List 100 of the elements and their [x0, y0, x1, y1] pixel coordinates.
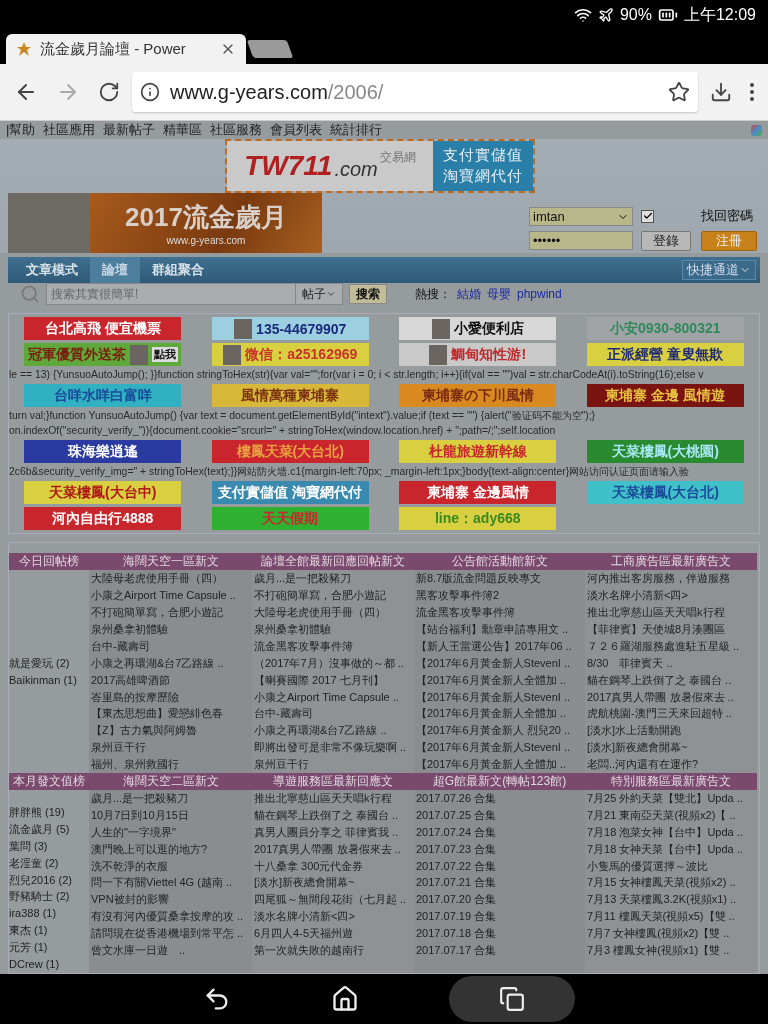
nav-tab[interactable]: 論壇 [90, 257, 140, 283]
thread-link[interactable]: 2017高雄啤酒節 [91, 671, 252, 689]
thread-link[interactable]: 2017.07.23 合集 [416, 840, 585, 858]
thread-link[interactable]: 黑客攻擊事件簿2 [416, 587, 585, 604]
ranking-entry[interactable]: 葉問 (3) [9, 837, 89, 855]
thread-link[interactable]: VPN被封的影響 [91, 891, 252, 909]
browser-tab[interactable]: 流金歲月論壇 - Power [6, 34, 246, 64]
thread-link[interactable]: 請問現在從香港機場到常平怎 .. [91, 925, 252, 943]
thread-link[interactable]: 泉州桑拿初體驗 [91, 620, 252, 638]
thread-link[interactable]: 十八桑拿 300元代金券 [254, 857, 414, 875]
scope-select[interactable]: 帖子 [295, 283, 343, 306]
thread-link[interactable]: 福州、泉州救國行 [91, 756, 252, 774]
thread-link[interactable]: 真男人團員分享之 菲律賓我 .. [254, 823, 414, 841]
top-link[interactable]: 會員列表 [270, 121, 323, 139]
thread-link[interactable]: 小康之再環湖&台7乙路線 .. [254, 722, 414, 740]
thread-link[interactable]: 淡水名牌小清新<四> [254, 908, 414, 926]
thread-link[interactable]: 【菲律賓】天使城8月湊團區 [587, 620, 757, 638]
thread-link[interactable]: 泉州豆干行 [254, 756, 414, 774]
thread-link[interactable]: 10月7日到10月15日 [91, 806, 252, 824]
thread-link[interactable]: 洗不乾淨的衣服 [91, 857, 252, 875]
ad-banner[interactable]: 風情萬種柬埔寨 [211, 384, 369, 408]
hot-search-link[interactable]: 結婚 [457, 285, 481, 303]
thread-link[interactable]: 第一次就失敗的越南行 [254, 942, 414, 959]
thread-link[interactable]: 老闆..河內還有在運作? [587, 756, 757, 774]
ranking-entry[interactable]: 元芳 (1) [9, 939, 89, 957]
thread-link[interactable]: 2017.07.20 合集 [416, 891, 585, 909]
search-button[interactable]: 搜索 [349, 284, 387, 305]
thread-link[interactable]: （2017年7月）沒事做的～都 .. [254, 654, 414, 672]
thread-link[interactable]: 2017.07.24 合集 [416, 823, 585, 841]
thread-link[interactable]: 【站台福利】勳章申請專用文 .. [416, 620, 585, 638]
thread-link[interactable]: 推出北寧慈山區天天唱k行程 [254, 789, 414, 807]
thread-link[interactable]: 小康之Airport Time Capsule .. [91, 587, 252, 604]
thread-link[interactable]: 2017.07.22 合集 [416, 857, 585, 875]
thread-link[interactable]: 7月15 女神樓鳳天菜(視頻x2) .. [587, 874, 757, 892]
thread-link[interactable]: 7月7 女神樓鳳(視頻x2)【雙 .. [587, 925, 757, 943]
thread-link[interactable]: 2017.07.25 合集 [416, 806, 585, 824]
ad-banner[interactable]: 柬埔寨 金邊風情 [399, 481, 557, 505]
top-link[interactable]: 社區服務 [210, 121, 263, 139]
thread-link[interactable]: 台中-藏壽司 [254, 705, 414, 723]
register-button[interactable]: 注冊 [701, 231, 757, 251]
thread-link[interactable]: 台中-藏壽司 [91, 637, 252, 655]
hot-search-link[interactable]: 母嬰 [487, 285, 511, 303]
ranking-entry[interactable]: DCrew (1) [9, 956, 89, 973]
username-select[interactable]: imtan [529, 207, 633, 226]
ranking-entry[interactable]: 流金歲月 (5) [9, 820, 89, 838]
nav-tab[interactable]: 群組聚合 [140, 257, 216, 283]
info-icon[interactable] [140, 82, 160, 102]
ranking-entry[interactable]: 野豬騎士 (2) [9, 888, 89, 906]
password-field[interactable]: •••••• [529, 231, 633, 250]
thread-link[interactable]: 6月四人4-5天福州遊 [254, 925, 414, 943]
top-link[interactable]: 統計排行 [330, 121, 383, 139]
thread-link[interactable]: 【新人王當選公告】2017年06 .. [416, 637, 585, 655]
thread-link[interactable]: 7月21 東南亞天菜(視頻x2)【 .. [587, 806, 757, 824]
ad-banner[interactable]: 柬埔寨の下川風情 [399, 384, 557, 408]
top-link[interactable]: 社區應用 [43, 121, 96, 139]
thread-link[interactable]: 峇里島的按摩歷險 [91, 688, 252, 706]
thread-link[interactable]: 小隻馬的優質選擇～波比 [587, 857, 757, 875]
thread-link[interactable]: ７２６羅湖服務處進駐五星級 .. [587, 637, 757, 655]
thread-link[interactable]: [淡水]新夜總會開幕~ [587, 739, 757, 757]
address-bar[interactable]: www.g-years.com/2006/ [132, 72, 698, 112]
thread-link[interactable]: 7月25 外約天菜【雙北】Upda .. [587, 789, 757, 807]
thread-link[interactable]: 7月11 樓鳳天菜(視頻x5)【雙 .. [587, 908, 757, 926]
thread-link[interactable]: 【2017年6月黃金新人全體加 .. [416, 705, 585, 723]
thread-link[interactable]: 2017.07.26 合集 [416, 789, 585, 807]
thread-link[interactable]: 2017.07.17 合集 [416, 942, 585, 959]
forgot-password-link[interactable]: 找回密碼 [701, 207, 757, 225]
thread-link[interactable]: 大陸母老虎使用手冊（四） [254, 603, 414, 621]
ranking-entry[interactable]: 胖胖熊 (19) [9, 803, 89, 821]
ad-banner[interactable]: 台咩水咩白富咩 [24, 384, 182, 408]
thread-link[interactable]: 2017.07.21 合集 [416, 874, 585, 892]
ranking-entry[interactable]: 老淫童 (2) [9, 854, 89, 872]
thread-link[interactable]: 2017.07.18 合集 [416, 925, 585, 943]
thread-link[interactable]: 【2017年6月黃金新人全體加 .. [416, 756, 585, 774]
nav-tab[interactable]: 文章模式 [14, 257, 90, 283]
thread-link[interactable]: 泉州桑拿初體驗 [254, 620, 414, 638]
thread-link[interactable]: 小康之再環湖&台7乙路線 .. [91, 654, 252, 672]
thread-link[interactable]: 有沒有河內優質桑拿按摩的攻 .. [91, 908, 252, 926]
ad-banner[interactable]: 杜龍旅遊新幹線 [399, 440, 557, 464]
ranking-entry[interactable]: 東杰 (1) [9, 922, 89, 940]
thread-link[interactable]: 7月18 泡菜女神【台中】Upda .. [587, 823, 757, 841]
thread-link[interactable]: 【東杰思想曲】愛戀緋色春 [91, 705, 252, 723]
thread-link[interactable]: 7月13 天菜樓鳳3.2K(視頻x1) .. [587, 891, 757, 909]
thread-link[interactable]: 【2017年6月黃金新人StevenI .. [416, 739, 585, 757]
ranking-entry[interactable]: ira388 (1) [9, 905, 89, 923]
thread-link[interactable]: 新8.7版流金問題反映專文 [416, 570, 585, 588]
thread-link[interactable]: 【喇賽國際 2017 七月刊】 [254, 671, 414, 689]
thread-link[interactable]: 泉州豆干行 [91, 739, 252, 757]
thread-link[interactable]: 小康之Airport Time Capsule .. [254, 688, 414, 706]
ranking-entry[interactable]: Baikinman (1) [9, 671, 89, 689]
thread-link[interactable]: 【2017年6月黃金新人StevenI .. [416, 654, 585, 672]
thread-link[interactable]: 虎航桃園-澳門三天來回超特 .. [587, 705, 757, 723]
thread-link[interactable]: 2017真男人帶團 放暑假來去 .. [254, 840, 414, 858]
thread-link[interactable]: 曾文水庫一日遊 .. [91, 942, 252, 959]
top-link[interactable]: 最新帖子 [103, 121, 156, 139]
thread-link[interactable]: 四尾狐～無間段花街（七月起 .. [254, 891, 414, 909]
thread-link[interactable]: 貓在鋼琴上跌倒了之 泰國台 .. [587, 671, 757, 689]
thread-link[interactable]: 2017.07.19 合集 [416, 908, 585, 926]
ad-banner[interactable]: 天菜樓鳳(大台中) [24, 481, 182, 505]
ad-banner[interactable]: 天菜樓鳳(大桃園) [586, 440, 744, 464]
thread-link[interactable]: [淡水]水上活動開跑 [587, 722, 757, 740]
